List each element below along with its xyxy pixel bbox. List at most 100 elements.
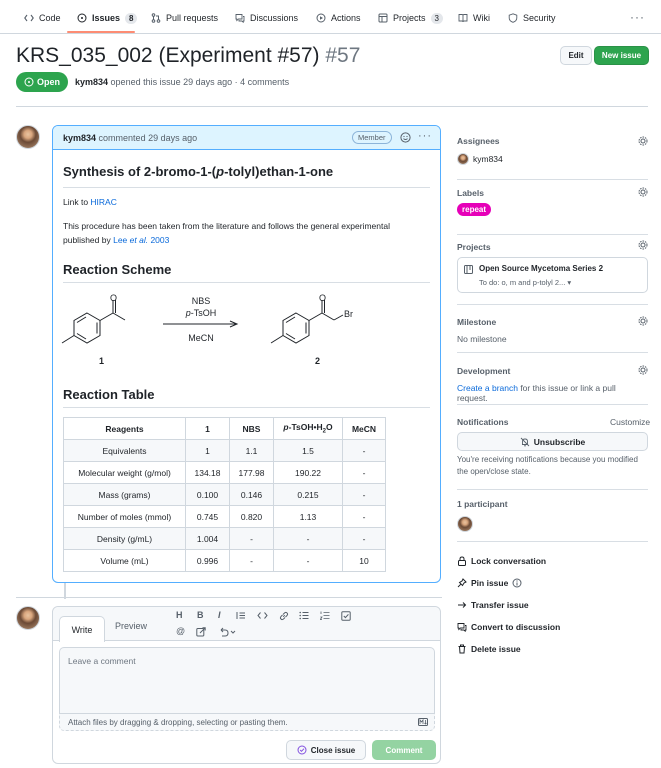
assignees-section: Assignees kym834	[457, 125, 648, 180]
tab-projects[interactable]: Projects 3	[378, 10, 443, 26]
convert-to-discussion-action[interactable]: Convert to discussion	[457, 622, 560, 632]
tab-label: Issues	[92, 13, 121, 23]
gear-icon[interactable]	[638, 316, 648, 326]
project-card[interactable]: Open Source Mycetoma Series 2 To do: o, …	[457, 257, 648, 293]
comment-author[interactable]: kym834	[63, 133, 96, 143]
unsubscribe-button[interactable]: Unsubscribe	[457, 432, 648, 451]
scheme-heading: Reaction Scheme	[63, 262, 172, 277]
compound-label-1: 1	[99, 356, 104, 366]
lock-conversation-action[interactable]: Lock conversation	[457, 556, 546, 566]
create-branch-link[interactable]: Create a branch	[457, 383, 518, 393]
pin-issue-action[interactable]: Pin issue	[457, 578, 522, 588]
tab-wiki[interactable]: Wiki	[458, 10, 490, 26]
delete-issue-action[interactable]: Delete issue	[457, 644, 521, 654]
arrow-right-icon	[458, 602, 467, 608]
oxygen-label-1: O	[110, 293, 117, 303]
reference-icon[interactable]	[196, 627, 206, 637]
new-issue-button[interactable]: New issue	[594, 46, 649, 65]
heading-icon[interactable]: H	[176, 610, 183, 620]
status-badge: Open	[16, 72, 68, 92]
tab-label: Actions	[331, 13, 361, 23]
attach-files-area[interactable]: Attach files by dragging & dropping, sel…	[59, 713, 435, 731]
table-cell: 0.745	[185, 505, 230, 528]
task-list-icon[interactable]	[341, 611, 351, 621]
issue-count-badge: 8	[125, 12, 138, 24]
mention-icon[interactable]: @	[176, 626, 185, 636]
kebab-menu-icon[interactable]: ···	[418, 130, 432, 142]
more-menu-button[interactable]: ···	[630, 10, 645, 24]
trash-icon	[458, 644, 466, 654]
author-link[interactable]: kym834	[75, 77, 108, 87]
tab-code[interactable]: Code	[24, 10, 61, 26]
table-row: Number of moles (mmol) 0.745 0.820 1.13-	[63, 505, 386, 528]
edit-button[interactable]: Edit	[560, 46, 592, 65]
avatar[interactable]	[16, 606, 40, 630]
participant-avatar[interactable]	[457, 516, 473, 532]
gear-icon[interactable]	[638, 240, 648, 250]
smiley-icon[interactable]	[400, 132, 411, 143]
code-icon[interactable]	[257, 611, 268, 620]
code-icon	[24, 14, 34, 22]
close-issue-button[interactable]: Close issue	[286, 740, 366, 760]
info-icon[interactable]	[512, 578, 522, 588]
tab-security[interactable]: Security	[508, 10, 556, 26]
transfer-issue-action[interactable]: Transfer issue	[457, 600, 529, 610]
tab-issues[interactable]: Issues 8	[77, 10, 138, 26]
gear-icon[interactable]	[638, 136, 648, 146]
heading-part: -tolyl)ethan-1-one	[224, 164, 334, 179]
issue-comment: kym834 commented 29 days ago Member ··· …	[52, 125, 441, 583]
tab-actions[interactable]: Actions	[316, 10, 361, 26]
divider	[16, 106, 648, 107]
hirac-link[interactable]: HIRAC	[90, 197, 116, 207]
table-cell: 0.996	[185, 549, 230, 572]
ref-year: 2003	[148, 235, 170, 245]
avatar[interactable]	[16, 125, 40, 149]
assignee-name[interactable]: kym834	[473, 154, 503, 164]
discussion-icon	[235, 14, 245, 23]
table-cell: 177.98	[229, 461, 274, 484]
comment-button[interactable]: Comment	[372, 740, 436, 760]
quote-icon[interactable]	[236, 611, 246, 620]
comment-time[interactable]: commented 29 days ago	[99, 133, 198, 143]
gear-icon[interactable]	[638, 365, 648, 375]
markdown-icon	[418, 718, 428, 726]
issue-number: #57	[325, 44, 361, 67]
table-cell: 1	[185, 439, 230, 462]
play-icon	[316, 13, 326, 23]
link-paragraph: Link to HIRAC	[63, 195, 117, 209]
reagent-tsoh-rest: -TsOH	[191, 308, 217, 318]
numbered-list-icon[interactable]	[320, 611, 330, 620]
bold-icon[interactable]: B	[197, 610, 204, 620]
reagent-tsoh: p-TsOH	[185, 308, 217, 318]
notification-reason-2: the open/close state.	[457, 467, 531, 476]
issue-title-text: KRS_035_002 (Experiment #57)	[16, 44, 320, 67]
project-status[interactable]: To do: o, m and p-tolyl 2... ▾	[479, 278, 571, 287]
assignee-avatar[interactable]	[457, 153, 469, 165]
link-icon[interactable]	[279, 611, 289, 621]
participants-section: 1 participant	[457, 490, 648, 542]
lee-reference-link[interactable]: Lee et al. 2003	[113, 235, 169, 245]
procedure-paragraph: This procedure has been taken from the l…	[63, 219, 390, 247]
table-row: Density (g/mL) 1.004- - -	[63, 527, 386, 550]
ref-etal: et al.	[129, 235, 149, 245]
bulleted-list-icon[interactable]	[299, 611, 309, 620]
table-cell: Volume (mL)	[63, 549, 186, 572]
shield-icon	[508, 13, 518, 23]
customize-link[interactable]: Customize	[610, 417, 650, 427]
tab-pull-requests[interactable]: Pull requests	[151, 10, 218, 26]
label-repeat[interactable]: repeat	[457, 203, 492, 216]
gear-icon[interactable]	[638, 187, 648, 197]
italic-icon[interactable]: I	[218, 610, 221, 620]
preview-tab[interactable]: Preview	[115, 621, 147, 631]
link-prefix: Link to	[63, 197, 91, 207]
tab-discussions[interactable]: Discussions	[235, 10, 298, 26]
table-cell: 134.18	[185, 461, 230, 484]
issue-meta: kym834 opened this issue 29 days ago · 4…	[75, 77, 289, 87]
table-cell: 0.820	[229, 505, 274, 528]
comment-textarea[interactable]: Leave a comment	[59, 647, 435, 713]
write-tab[interactable]: Write	[59, 616, 105, 642]
table-cell: -	[229, 527, 274, 550]
table-cell: -	[342, 483, 386, 506]
procedure-text: This procedure has been taken from the l…	[63, 221, 390, 231]
undo-icon[interactable]	[218, 627, 236, 637]
